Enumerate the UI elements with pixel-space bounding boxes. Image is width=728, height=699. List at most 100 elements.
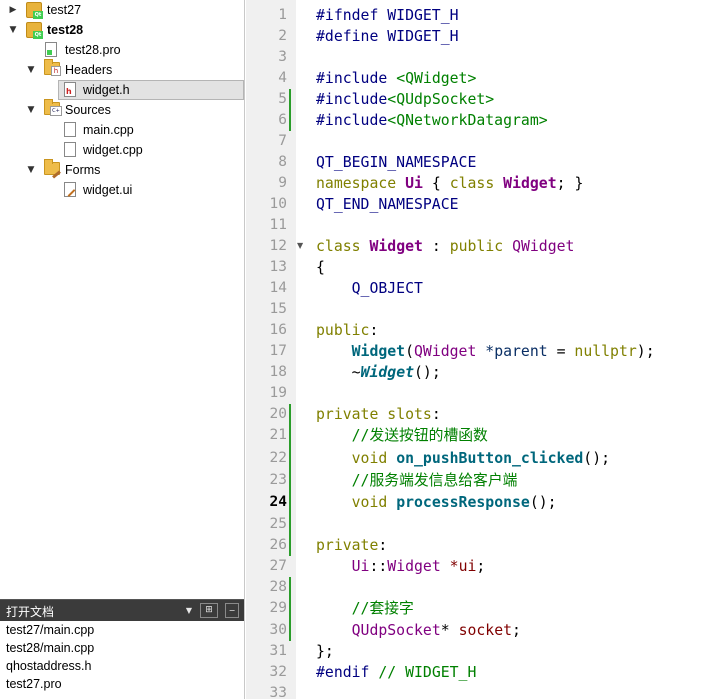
open-documents-panel: 打开文档 ▼ ⊞ − test27/main.cpp test28/main.c… [0, 599, 244, 699]
line-number: 27 [269, 558, 287, 574]
code-token: }; [316, 643, 334, 660]
fold-marker-icon[interactable]: ▼ [297, 241, 303, 250]
open-document-item[interactable]: test27/main.cpp [6, 621, 94, 639]
code-line: Widget(QWidget *parent = nullptr); [316, 341, 655, 362]
code-token: #define [316, 28, 379, 45]
code-token: socket [458, 622, 513, 639]
chevron-down-icon[interactable]: ▼ [26, 165, 36, 175]
forms-folder-icon [44, 159, 60, 175]
open-documents-header: 打开文档 ▼ ⊞ − [0, 599, 244, 621]
chevron-down-icon[interactable]: ▼ [26, 65, 36, 75]
code-token: QWidget [512, 238, 575, 255]
chevron-right-icon[interactable]: ▶ [8, 5, 18, 15]
open-document-item[interactable]: test28/main.cpp [6, 639, 94, 657]
code-line: { [316, 257, 325, 278]
current-line-number: 24 [269, 494, 287, 510]
open-document-item[interactable]: test27.pro [6, 675, 62, 693]
code-line: #ifndef WIDGET_H [316, 5, 459, 26]
code-token: nullptr [574, 343, 637, 360]
tree-item-label: widget.cpp [83, 143, 143, 157]
tree-item-main-cpp[interactable]: main.cpp [0, 120, 244, 140]
line-number-gutter: 1 2 3 4 5 6 7 8 9 10 11 12 13 14 15 16 1… [246, 0, 296, 699]
code-token: * [440, 622, 450, 639]
code-token: (); [529, 494, 557, 511]
code-token: void [351, 450, 388, 467]
tree-item-test28-pro[interactable]: test28.pro [0, 40, 244, 60]
code-token: namespace [316, 175, 397, 192]
code-token: Widget [369, 238, 423, 255]
line-number: 18 [269, 364, 287, 380]
code-token: processResponse [396, 494, 530, 511]
code-token: : [431, 406, 441, 423]
tree-item-label: Forms [65, 163, 101, 177]
line-number: 1 [278, 7, 287, 23]
code-token: private [316, 406, 379, 423]
sources-folder-icon [44, 99, 62, 116]
code-comment: // WIDGET_H [378, 664, 477, 681]
code-line: private: [316, 535, 387, 556]
tree-item-label: test28 [47, 23, 84, 37]
line-number: 5 [278, 91, 287, 107]
code-comment: //服务端发信息给客户端 [351, 472, 518, 489]
line-number: 31 [269, 643, 287, 659]
line-number: 4 [278, 70, 287, 86]
tree-item-test27[interactable]: ▶ test27 [0, 0, 244, 20]
line-number: 33 [269, 685, 287, 699]
line-number: 20 [269, 406, 287, 422]
close-icon[interactable]: − [225, 603, 239, 618]
tree-item-widget-ui[interactable]: widget.ui [0, 180, 244, 200]
code-token: : [378, 537, 388, 554]
tree-item-headers[interactable]: ▼ Headers [0, 59, 244, 80]
code-token: #include [316, 70, 388, 87]
code-token: <QWidget> [387, 70, 477, 87]
dropdown-arrow-icon[interactable]: ▼ [183, 603, 195, 618]
line-number: 8 [278, 154, 287, 170]
line-number: 17 [269, 343, 287, 359]
code-line: ~Widget(); [316, 362, 441, 383]
line-number: 29 [269, 600, 287, 616]
split-icon[interactable]: ⊞ [200, 603, 218, 618]
chevron-down-icon[interactable]: ▼ [26, 105, 36, 115]
code-line: Ui::Widget *ui; [316, 556, 486, 577]
chevron-down-icon[interactable]: ▼ [8, 25, 18, 35]
tree-item-test28[interactable]: ▼ test28 [0, 20, 244, 40]
code-token: Ui [405, 175, 423, 192]
tree-item-label: Headers [65, 63, 113, 77]
open-documents-list: test27/main.cpp test28/main.cpp qhostadd… [0, 621, 244, 699]
line-number: 14 [269, 280, 287, 296]
tree-item-widget-h[interactable]: widget.h [0, 80, 244, 100]
modified-marker [289, 89, 291, 131]
line-number: 9 [278, 175, 287, 191]
code-line: private slots: [316, 404, 441, 425]
code-area[interactable]: #ifndef WIDGET_H #define WIDGET_H #inclu… [316, 0, 728, 699]
code-line: #endif // WIDGET_H [316, 662, 476, 683]
code-token: Widget [351, 343, 406, 360]
code-token: : [431, 238, 441, 255]
tree-item-sources[interactable]: ▼ Sources [0, 99, 244, 120]
tree-item-forms[interactable]: ▼ Forms [0, 159, 244, 180]
code-line: //套接字 [316, 598, 414, 619]
code-editor[interactable]: 1 2 3 4 5 6 7 8 9 10 11 12 13 14 15 16 1… [246, 0, 728, 699]
code-line: QUdpSocket* socket; [316, 620, 521, 641]
code-token: { [316, 259, 325, 276]
code-comment: //发送按钮的槽函数 [351, 427, 488, 444]
line-number: 19 [269, 385, 287, 401]
code-token: Q_OBJECT [351, 280, 423, 297]
line-number: 10 [269, 196, 287, 212]
header-file-icon [64, 82, 76, 97]
code-token: *parent [485, 343, 548, 360]
line-number: 30 [269, 622, 287, 638]
tree-item-label: test27 [47, 3, 82, 17]
code-token: public [316, 322, 370, 339]
line-number: 15 [269, 301, 287, 317]
code-line: #define WIDGET_H [316, 26, 459, 47]
line-number: 7 [278, 133, 287, 149]
code-token: = [556, 343, 566, 360]
code-token: ( [405, 343, 415, 360]
code-token: WIDGET_H [378, 28, 459, 45]
tree-item-widget-cpp[interactable]: widget.cpp [0, 140, 244, 160]
code-token: #ifndef [316, 7, 379, 24]
code-line: namespace Ui { class Widget; } [316, 173, 583, 194]
open-document-item[interactable]: qhostaddress.h [6, 657, 91, 675]
code-token: { [431, 175, 441, 192]
